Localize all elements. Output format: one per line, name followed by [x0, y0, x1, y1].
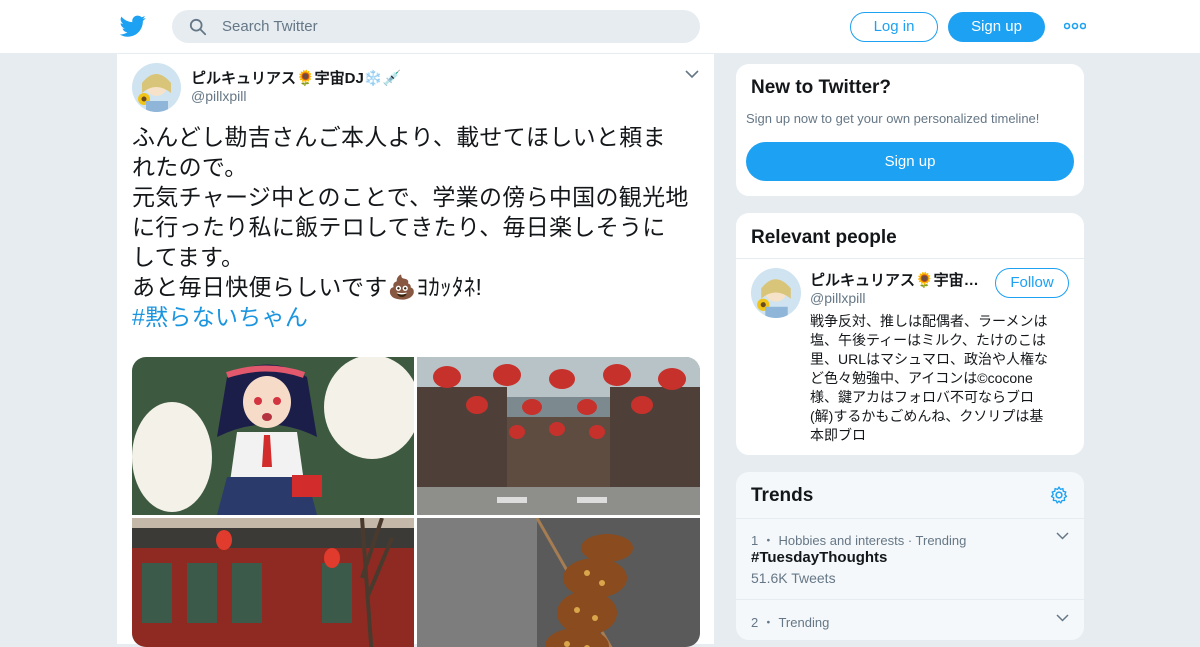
bio-line: ど色々勉強中、アイコンは©cocone [810, 370, 1033, 386]
tweet-text-line: ふんどし勘吉さんご本人より、載せてほしいと頼ま [132, 124, 666, 150]
media-grid [132, 357, 700, 647]
search-icon [189, 18, 207, 36]
media-image-courtyard[interactable] [417, 357, 700, 515]
bio-line: 戦争反対、推しは配偶者、ラーメンは [810, 313, 1048, 329]
signup-button-large[interactable]: Sign up [746, 142, 1074, 181]
media-image-illustration[interactable] [132, 357, 414, 515]
trend-rank: 2 [751, 615, 759, 630]
divider [736, 599, 1084, 600]
relevant-people-title: Relevant people [751, 227, 897, 248]
tweet-text-line: してます。 [132, 244, 245, 270]
new-to-twitter-subtitle: Sign up now to get your own personalized… [746, 111, 1040, 126]
bio-line: 本即ブロ [810, 427, 866, 443]
relevant-people-card: Relevant people ピルキュリアス🌻宇宙DJ❄️💉 @pillxpi… [735, 212, 1085, 456]
chevron-down-icon[interactable] [1056, 532, 1069, 540]
trend-rank: 1 [751, 533, 759, 548]
divider [736, 258, 1084, 259]
tweet-text: ふんどし勘吉さんご本人より、載せてほしいと頼ま れたので。 元気チャージ中とのこ… [132, 122, 702, 332]
tweet-text-line: れたので。 [132, 154, 248, 180]
tweet-card: ピルキュリアス🌻宇宙DJ❄️💉 @pillxpill ふんどし勘吉さんご本人より… [116, 54, 715, 647]
person-name[interactable]: ピルキュリアス🌻宇宙DJ❄️💉 [810, 269, 986, 290]
login-button[interactable]: Log in [850, 12, 938, 42]
person-handle[interactable]: @pillxpill [810, 290, 865, 306]
bio-line: 塩、午後ティーはミルク、たけのこは [810, 332, 1046, 348]
divider [736, 518, 1084, 519]
avatar[interactable] [132, 63, 181, 112]
search-input[interactable] [222, 10, 682, 43]
twitter-bird-icon[interactable] [119, 13, 147, 39]
avatar[interactable] [751, 268, 801, 318]
trend-item-1-count: 51.6K Tweets [751, 570, 836, 586]
more-dots-icon[interactable] [1064, 22, 1086, 30]
trends-card: Trends 1 ・ Hobbies and interests · Trend… [735, 471, 1085, 641]
bio-line: 里、URLはマシュマロ、政治や人権な [810, 351, 1049, 367]
new-to-twitter-title: New to Twitter? [751, 77, 892, 98]
chevron-down-icon[interactable] [685, 70, 699, 79]
gear-icon[interactable] [1049, 485, 1069, 505]
media-image-food[interactable] [417, 518, 700, 647]
trend-category: Trending [778, 615, 830, 630]
tweet-text-line: あと毎日快便らしいです💩ﾖｶｯﾀﾈ! [132, 274, 483, 300]
bio-line: (解)するかもごめんね、クソリプは基 [810, 408, 1044, 424]
author-handle[interactable]: @pillxpill [191, 88, 246, 104]
bio-line: 様、鍵アカはフォロバ不可ならブロ [810, 389, 1034, 405]
trend-item-2-meta: 2 ・ Trending [751, 615, 830, 630]
hashtag-link[interactable]: #黙らないちゃん [132, 302, 702, 332]
person-bio: 戦争反対、推しは配偶者、ラーメンは 塩、午後ティーはミルク、たけのこは 里、UR… [810, 312, 1072, 445]
media-image-red-building[interactable] [132, 518, 414, 647]
search-box[interactable] [172, 10, 700, 43]
trend-item-1-meta: 1 ・ Hobbies and interests · Trending [751, 533, 967, 548]
trends-title: Trends [751, 485, 814, 506]
signup-button[interactable]: Sign up [948, 12, 1045, 42]
tweet-text-line: 元気チャージ中とのことで、学業の傍ら中国の観光地 [132, 184, 689, 210]
tweet-text-line: に行ったり私に飯テロしてきたり、毎日楽しそうに [132, 214, 666, 240]
chevron-down-icon[interactable] [1056, 614, 1069, 622]
trend-category: Hobbies and interests · Trending [778, 533, 967, 548]
new-to-twitter-card: New to Twitter? Sign up now to get your … [735, 63, 1085, 197]
top-navigation-bar: Log in Sign up [0, 0, 1200, 54]
trend-item-1-tag[interactable]: #TuesdayThoughts [751, 549, 887, 566]
author-name[interactable]: ピルキュリアス🌻宇宙DJ❄️💉 [191, 67, 401, 88]
follow-button[interactable]: Follow [995, 268, 1069, 298]
